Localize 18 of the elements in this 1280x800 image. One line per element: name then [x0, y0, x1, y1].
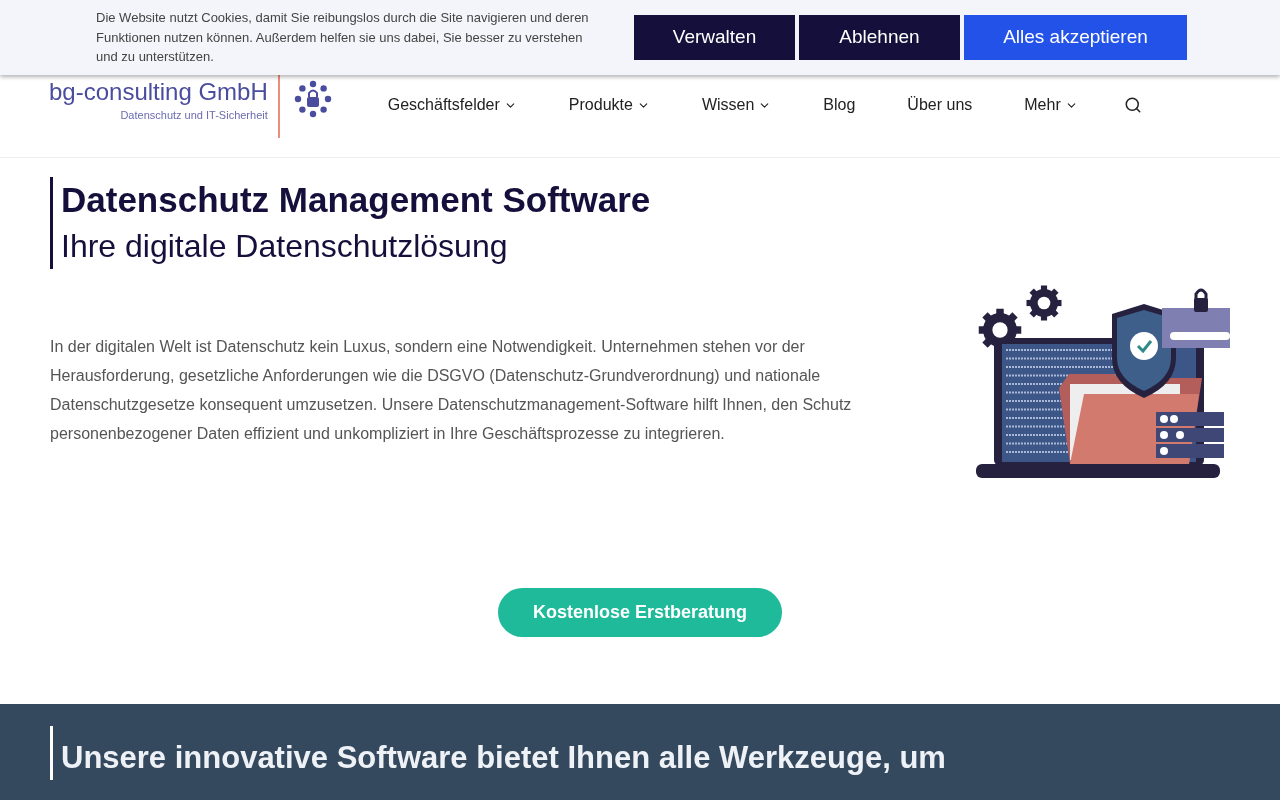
cookie-button[interactable]: Ablehnen — [799, 15, 960, 60]
feature-heading: Unsere innovative Software bietet Ihnen alle Werkzeuge, um — [50, 726, 1280, 780]
logo-tagline: Datenschutz und IT-Sicherheit — [120, 108, 268, 123]
intro-paragraph: In der digitalen Welt ist Datenschutz kein Luxus, sondern eine Notwendigkeit. Unternehmen stehen vor der Herausforderung, gesetzliche Anforderungen wie die DSGVO (Datenschutz-Grundverordnung) und nationale Datenschutzgesetze konsequent umzusetzen. Unsere Datenschutzmanagement-Software hilft Ihnen, den Schutz personenbezogener Daten effizient und unkompliziert in Ihre Geschäftsprozesse zu integrieren. — [50, 337, 853, 444]
cookie-button[interactable]: Alles akzeptieren — [964, 15, 1187, 60]
nav-link[interactable]: Wissen — [701, 93, 772, 117]
lock-stars-icon — [292, 79, 333, 119]
page-title: Datenschutz Management Software — [61, 179, 652, 221]
nav-link[interactable]: Mehr — [1024, 93, 1078, 117]
page-subtitle: Ihre digitale Datenschutzlösung — [61, 227, 509, 266]
search-icon[interactable] — [1123, 96, 1142, 114]
cookie-button[interactable]: Verwalten — [634, 15, 795, 60]
nav-link[interactable]: Produkte — [568, 93, 650, 117]
logo-name: bg-consulting GmbH — [49, 79, 268, 105]
cookie-notice-text: Die Website nutzt Cookies, damit Sie reibungslos durch die Site navigieren und deren Funktionen nutzen können. Außerdem helfen sie uns dabei, Sie besser zu verstehen und zu unterstützen. — [96, 9, 590, 67]
nav-link[interactable]: Geschäftsfelder — [387, 93, 517, 117]
nav-link[interactable]: Blog — [823, 93, 856, 117]
nav-link[interactable]: Über uns — [907, 93, 973, 117]
